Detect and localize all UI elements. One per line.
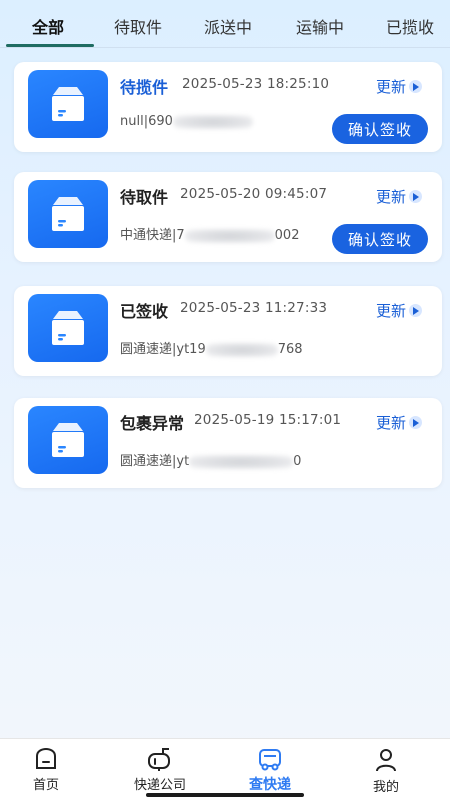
- tracking-number: null|690: [120, 114, 253, 129]
- tab-delivering[interactable]: 派送中: [204, 14, 252, 38]
- package-status: 待取件: [120, 188, 169, 207]
- update-button[interactable]: 更新: [376, 186, 422, 207]
- package-status: 待揽件: [120, 78, 169, 97]
- nav-home-label: 首页: [32, 778, 59, 793]
- nav-me-label: 我的: [373, 780, 400, 795]
- tab-pending-pickup[interactable]: 待取件: [114, 14, 162, 38]
- package-box-icon: [28, 180, 108, 248]
- update-label: 更新: [375, 302, 406, 320]
- tracking-number: 圆通速递|yt19 768: [120, 338, 303, 357]
- package-time: 2025-05-19 15:17:01: [194, 412, 342, 428]
- tracking-number: 中通快递|7 002: [120, 224, 299, 243]
- tab-all[interactable]: 全部: [32, 14, 64, 38]
- update-label: 更新: [375, 188, 406, 206]
- package-box-icon: [28, 406, 108, 474]
- tracking-suffix: 0: [293, 454, 302, 469]
- home-icon: [36, 747, 56, 769]
- update-button[interactable]: 更新: [376, 300, 422, 321]
- play-arrow-icon: [409, 416, 422, 429]
- play-arrow-icon: [409, 304, 422, 317]
- package-status: 已签收: [120, 302, 169, 321]
- nav-me[interactable]: 我的: [373, 747, 399, 795]
- package-time: 2025-05-20 09:45:07: [180, 186, 328, 202]
- redacted-blur: [184, 228, 275, 243]
- package-status: 包裹异常: [120, 414, 185, 433]
- tab-collected[interactable]: 已揽收: [386, 14, 434, 38]
- package-card[interactable]: 已签收 2025-05-23 11:27:33 更新 圆通速递|yt19 768: [14, 286, 442, 376]
- tab-divider: [0, 47, 450, 48]
- update-button[interactable]: 更新: [376, 412, 422, 433]
- bottom-nav: 首页 快递公司 查快递 我的: [0, 738, 450, 800]
- status-tabs: 全部 待取件 派送中 运输中 已揽收: [0, 0, 450, 48]
- update-label: 更新: [375, 414, 406, 432]
- package-card[interactable]: 待取件 2025-05-20 09:45:07 更新 中通快递|7 002 确认签…: [14, 172, 442, 262]
- tab-in-transit[interactable]: 运输中: [296, 14, 344, 38]
- package-box-icon: [28, 70, 108, 138]
- play-arrow-icon: [409, 80, 422, 93]
- tracking-prefix: 中通快递|7: [120, 228, 185, 243]
- package-card[interactable]: 待揽件 2025-05-23 18:25:10 更新 null|690 确认签收: [14, 62, 442, 152]
- update-label: 更新: [375, 78, 406, 96]
- nav-track[interactable]: 查快递: [249, 747, 291, 794]
- tracking-prefix: null|690: [120, 114, 173, 129]
- redacted-blur: [189, 454, 294, 469]
- play-arrow-icon: [409, 190, 422, 203]
- truck-icon: [259, 749, 281, 771]
- nav-home[interactable]: 首页: [32, 747, 60, 793]
- update-button[interactable]: 更新: [376, 76, 422, 97]
- package-card[interactable]: 包裹异常 2025-05-19 15:17:01 更新 圆通速递|yt 0: [14, 398, 442, 488]
- tracking-suffix: 768: [277, 342, 303, 357]
- nav-couriers-label: 快递公司: [134, 778, 187, 793]
- redacted-blur: [172, 114, 253, 129]
- mailbox-icon: [148, 748, 170, 771]
- nav-couriers[interactable]: 快递公司: [134, 747, 186, 793]
- tracking-prefix: 圆通速递|yt: [120, 454, 190, 469]
- tracking-number: 圆通速递|yt 0: [120, 450, 301, 469]
- package-box-icon: [28, 294, 108, 362]
- tracking-suffix: 002: [274, 228, 300, 243]
- package-time: 2025-05-23 11:27:33: [180, 300, 328, 316]
- confirm-receipt-button[interactable]: 确认签收: [332, 224, 428, 254]
- package-time: 2025-05-23 18:25:10: [182, 76, 330, 92]
- nav-track-label: 查快递: [249, 777, 291, 793]
- tracking-prefix: 圆通速递|yt19: [120, 342, 206, 357]
- home-indicator: [146, 793, 304, 797]
- user-icon: [376, 749, 396, 772]
- confirm-receipt-button[interactable]: 确认签收: [332, 114, 428, 144]
- redacted-blur: [205, 342, 278, 357]
